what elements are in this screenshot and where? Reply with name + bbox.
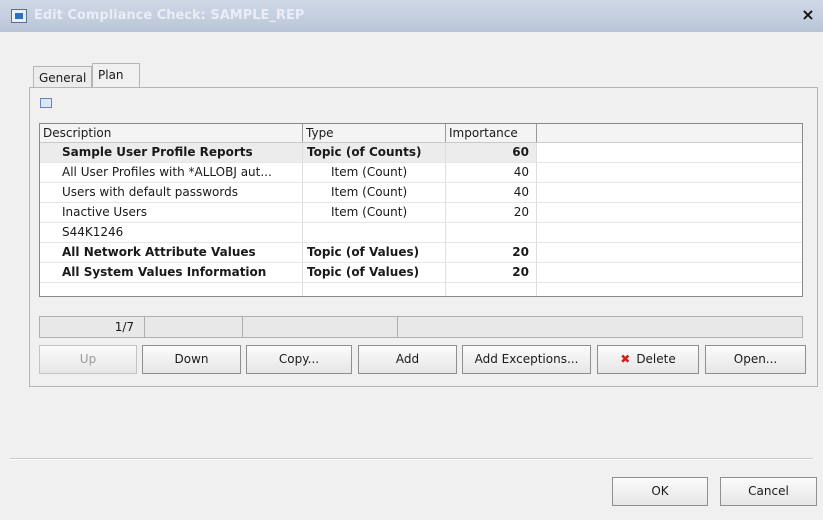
copy-button[interactable]: Copy... bbox=[246, 345, 352, 374]
tab-general[interactable]: General bbox=[33, 66, 93, 89]
add-button[interactable]: Add bbox=[358, 345, 457, 374]
close-button[interactable]: × bbox=[799, 5, 817, 25]
table-row[interactable]: Sample User Profile Reports Topic (of Co… bbox=[40, 143, 802, 163]
cell-blank bbox=[537, 203, 802, 222]
delete-label: Delete bbox=[636, 352, 676, 366]
up-button[interactable]: Up bbox=[39, 345, 137, 374]
delete-button[interactable]: ✖ Delete bbox=[597, 345, 699, 374]
cell-importance bbox=[446, 283, 537, 296]
table-row[interactable] bbox=[40, 283, 802, 296]
table-row[interactable]: All System Values Information Topic (of … bbox=[40, 263, 802, 283]
table-row[interactable]: Users with default passwords Item (Count… bbox=[40, 183, 802, 203]
column-header-blank bbox=[537, 124, 802, 142]
dialog-window: Edit Compliance Check: SAMPLE_REP × Gene… bbox=[0, 0, 823, 520]
cell-type: Item (Count) bbox=[303, 163, 446, 182]
cell-description: All Network Attribute Values bbox=[40, 243, 303, 262]
cancel-button[interactable]: Cancel bbox=[720, 477, 817, 506]
table-row[interactable]: Inactive Users Item (Count) 20 bbox=[40, 203, 802, 223]
cell-importance bbox=[446, 223, 537, 242]
open-button[interactable]: Open... bbox=[705, 345, 806, 374]
cell-blank bbox=[537, 223, 802, 242]
cell-description: Users with default passwords bbox=[40, 183, 303, 202]
column-header-type[interactable]: Type bbox=[303, 124, 446, 142]
cell-blank bbox=[537, 163, 802, 182]
cell-importance: 20 bbox=[446, 203, 537, 222]
plan-table: Description Type Importance Sample User … bbox=[39, 123, 803, 297]
cell-blank bbox=[537, 183, 802, 202]
cell-blank bbox=[537, 283, 802, 296]
tab-plan[interactable]: Plan bbox=[92, 63, 140, 87]
table-row[interactable]: All Network Attribute Values Topic (of V… bbox=[40, 243, 802, 263]
window-title: Edit Compliance Check: SAMPLE_REP bbox=[34, 8, 305, 23]
cell-type bbox=[303, 283, 446, 296]
cell-description: All System Values Information bbox=[40, 263, 303, 282]
delete-icon: ✖ bbox=[620, 352, 631, 366]
column-header-importance[interactable]: Importance bbox=[446, 124, 537, 142]
cell-type bbox=[303, 223, 446, 242]
cell-importance: 20 bbox=[446, 263, 537, 282]
cell-type: Item (Count) bbox=[303, 183, 446, 202]
cell-blank bbox=[537, 143, 802, 162]
app-icon bbox=[11, 9, 27, 23]
plan-panel: Description Type Importance Sample User … bbox=[29, 87, 818, 387]
table-row[interactable]: All User Profiles with *ALLOBJ aut... It… bbox=[40, 163, 802, 183]
status-field bbox=[243, 317, 398, 337]
cell-description: S44K1246 bbox=[40, 223, 303, 242]
down-button[interactable]: Down bbox=[142, 345, 241, 374]
title-bar: Edit Compliance Check: SAMPLE_REP × bbox=[0, 0, 823, 32]
cell-type: Topic (of Values) bbox=[303, 263, 446, 282]
cell-description: All User Profiles with *ALLOBJ aut... bbox=[40, 163, 303, 182]
cell-description: Inactive Users bbox=[40, 203, 303, 222]
table-header: Description Type Importance bbox=[40, 124, 802, 143]
footer-separator bbox=[10, 458, 813, 460]
cell-description bbox=[40, 283, 303, 296]
cell-importance: 40 bbox=[446, 183, 537, 202]
status-bar: 1/7 bbox=[39, 316, 803, 338]
column-header-description[interactable]: Description bbox=[40, 124, 303, 142]
cell-description: Sample User Profile Reports bbox=[40, 143, 303, 162]
table-view-icon[interactable] bbox=[40, 98, 52, 108]
cell-blank bbox=[537, 263, 802, 282]
cell-importance: 20 bbox=[446, 243, 537, 262]
status-field bbox=[145, 317, 243, 337]
cell-blank bbox=[537, 243, 802, 262]
table-row[interactable]: S44K1246 bbox=[40, 223, 802, 243]
ok-button[interactable]: OK bbox=[612, 477, 708, 506]
cell-importance: 40 bbox=[446, 163, 537, 182]
add-exceptions-button[interactable]: Add Exceptions... bbox=[462, 345, 591, 374]
cell-importance: 60 bbox=[446, 143, 537, 162]
cell-type: Topic (of Values) bbox=[303, 243, 446, 262]
status-field bbox=[398, 317, 802, 337]
table-body: Sample User Profile Reports Topic (of Co… bbox=[40, 143, 802, 296]
row-position: 1/7 bbox=[40, 317, 145, 337]
cell-type: Item (Count) bbox=[303, 203, 446, 222]
cell-type: Topic (of Counts) bbox=[303, 143, 446, 162]
